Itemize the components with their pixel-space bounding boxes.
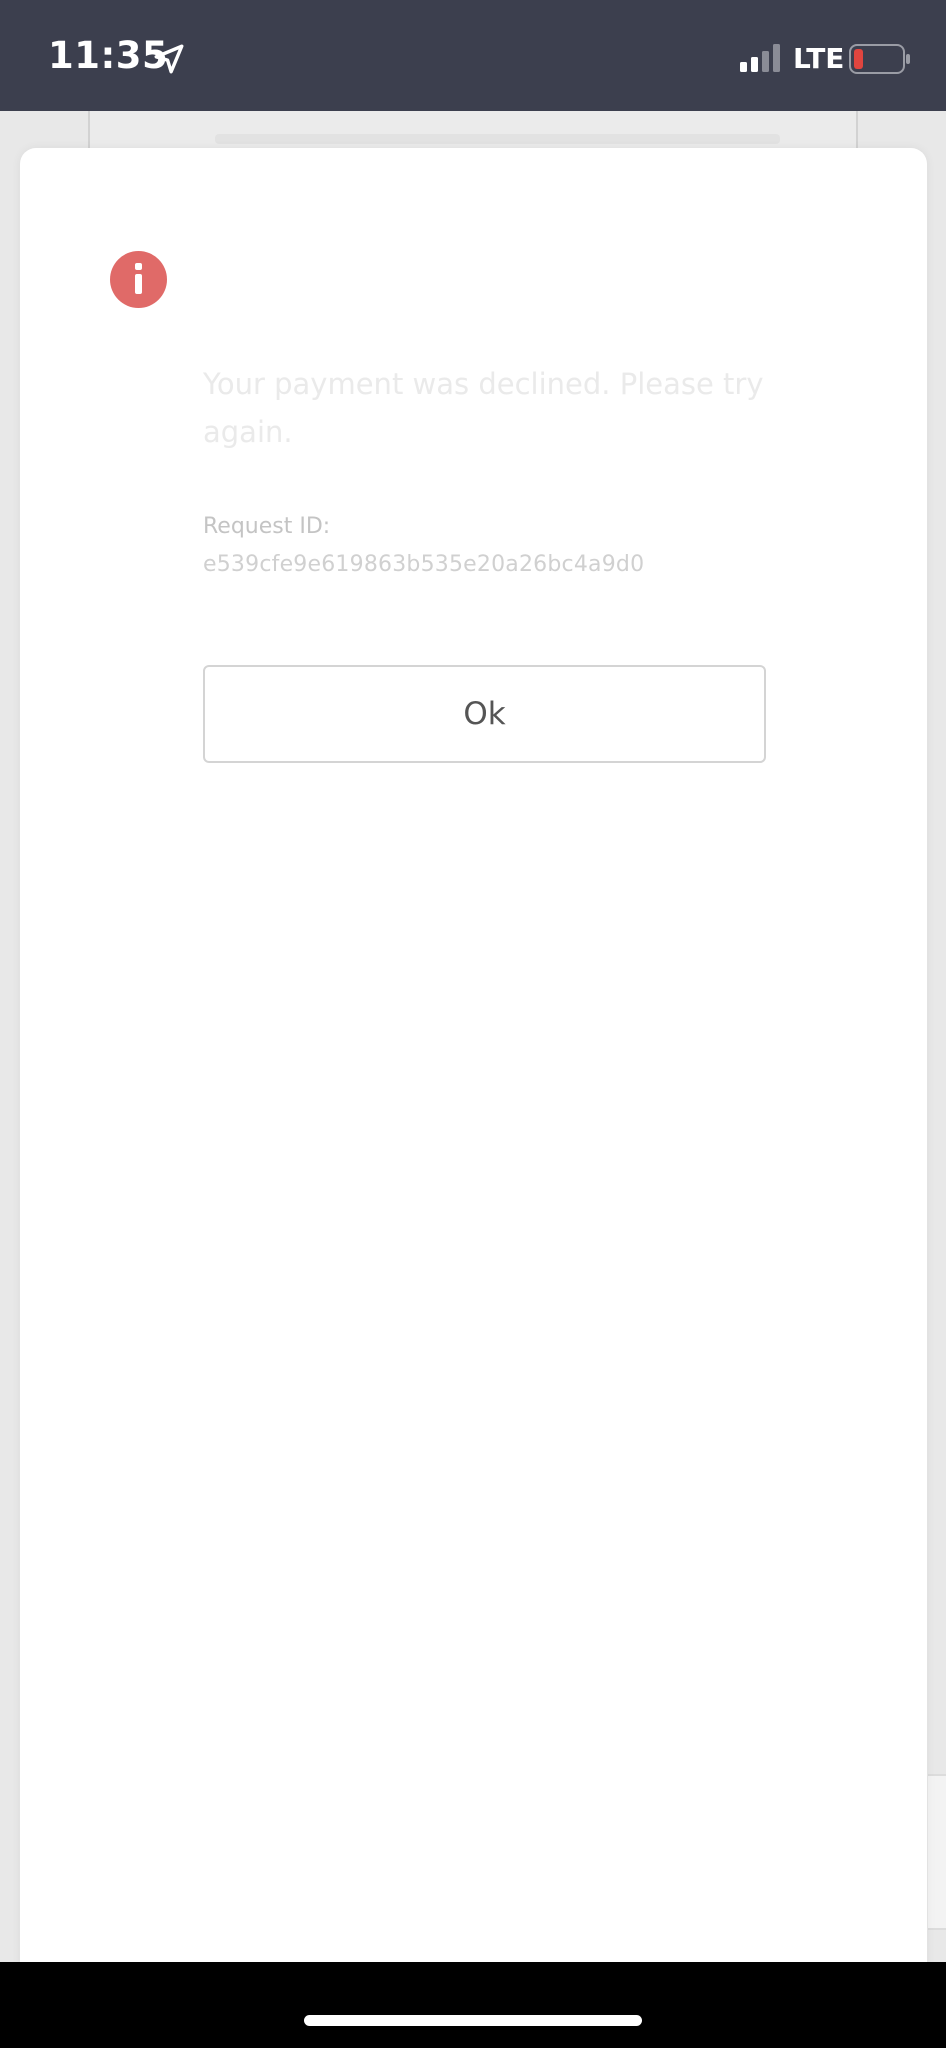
ok-button[interactable]: Ok [203,665,766,763]
request-id-label: Request ID: [203,514,331,539]
info-icon-bar [135,274,142,294]
info-icon-dot [135,263,142,270]
error-message: Your payment was declined. Please try ag… [203,367,764,449]
status-bar: 11:35 LTE [0,0,946,111]
location-arrow-icon [154,44,184,74]
error-dialog: Your payment was declined. Please try ag… [20,148,927,2048]
background-field [215,134,780,144]
signal-strength-icon [740,44,780,72]
screen: 11:35 LTE Your payment was declined. Ple… [0,0,946,2048]
battery-low-icon [849,44,910,74]
home-indicator[interactable] [304,2015,642,2026]
home-bar-area [0,1962,946,2048]
status-time: 11:35 [48,34,169,77]
background-card-edge [928,1774,946,1930]
info-icon [110,251,167,308]
request-id-value: e539cfe9e619863b535e20a26bc4a9d0 [203,552,645,577]
network-type: LTE [793,42,845,75]
